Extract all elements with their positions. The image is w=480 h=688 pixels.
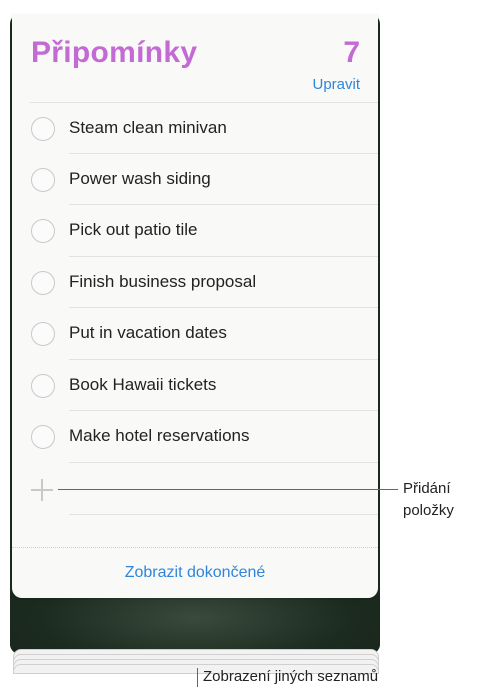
reminder-label: Steam clean minivan	[69, 118, 227, 137]
item-divider	[69, 256, 378, 257]
item-divider	[69, 307, 378, 308]
reminder-item[interactable]: Pick out patio tile	[12, 208, 378, 258]
complete-checkbox[interactable]	[31, 322, 55, 346]
reminder-item[interactable]: Book Hawaii tickets	[12, 363, 378, 413]
completed-divider	[12, 547, 378, 548]
item-divider	[69, 153, 378, 154]
item-divider	[69, 410, 378, 411]
reminder-count: 7	[343, 36, 360, 69]
reminder-item[interactable]: Power wash siding	[12, 157, 378, 207]
reminder-label: Power wash siding	[69, 169, 211, 188]
reminder-label: Book Hawaii tickets	[69, 375, 217, 394]
show-completed-button[interactable]: Zobrazit dokončené	[12, 564, 378, 582]
item-divider	[69, 204, 378, 205]
callout-add-item-line1: Přidání	[403, 480, 451, 497]
callout-add-item: Přidání položky	[403, 478, 454, 522]
complete-checkbox[interactable]	[31, 168, 55, 192]
reminder-label: Pick out patio tile	[69, 220, 198, 239]
callout-line-other-lists	[197, 668, 198, 687]
callout-other-lists: Zobrazení jiných seznamů	[203, 668, 379, 685]
item-divider	[69, 462, 378, 463]
complete-checkbox[interactable]	[31, 374, 55, 398]
callout-line-add-item	[58, 489, 398, 490]
list-title: Připomínky	[31, 36, 198, 69]
reminder-label: Make hotel reservations	[69, 426, 250, 445]
reminder-item[interactable]: Finish business proposal	[12, 260, 378, 310]
wallpaper-glow	[10, 594, 380, 654]
complete-checkbox[interactable]	[31, 425, 55, 449]
add-item-plus-icon[interactable]	[31, 479, 53, 501]
item-divider	[69, 514, 378, 515]
reminder-item[interactable]: Make hotel reservations	[12, 414, 378, 464]
reminder-item[interactable]: Steam clean minivan	[12, 106, 378, 156]
callout-add-item-line2: položky	[403, 502, 454, 519]
complete-checkbox[interactable]	[31, 271, 55, 295]
header-divider	[30, 102, 378, 103]
item-divider	[69, 359, 378, 360]
reminders-list-card: Připomínky 7 Upravit Steam clean minivan…	[12, 14, 378, 598]
reminder-label: Put in vacation dates	[69, 323, 227, 342]
complete-checkbox[interactable]	[31, 219, 55, 243]
reminder-label: Finish business proposal	[69, 272, 257, 291]
edit-button[interactable]: Upravit	[312, 76, 360, 93]
complete-checkbox[interactable]	[31, 117, 55, 141]
reminder-item[interactable]: Put in vacation dates	[12, 311, 378, 361]
